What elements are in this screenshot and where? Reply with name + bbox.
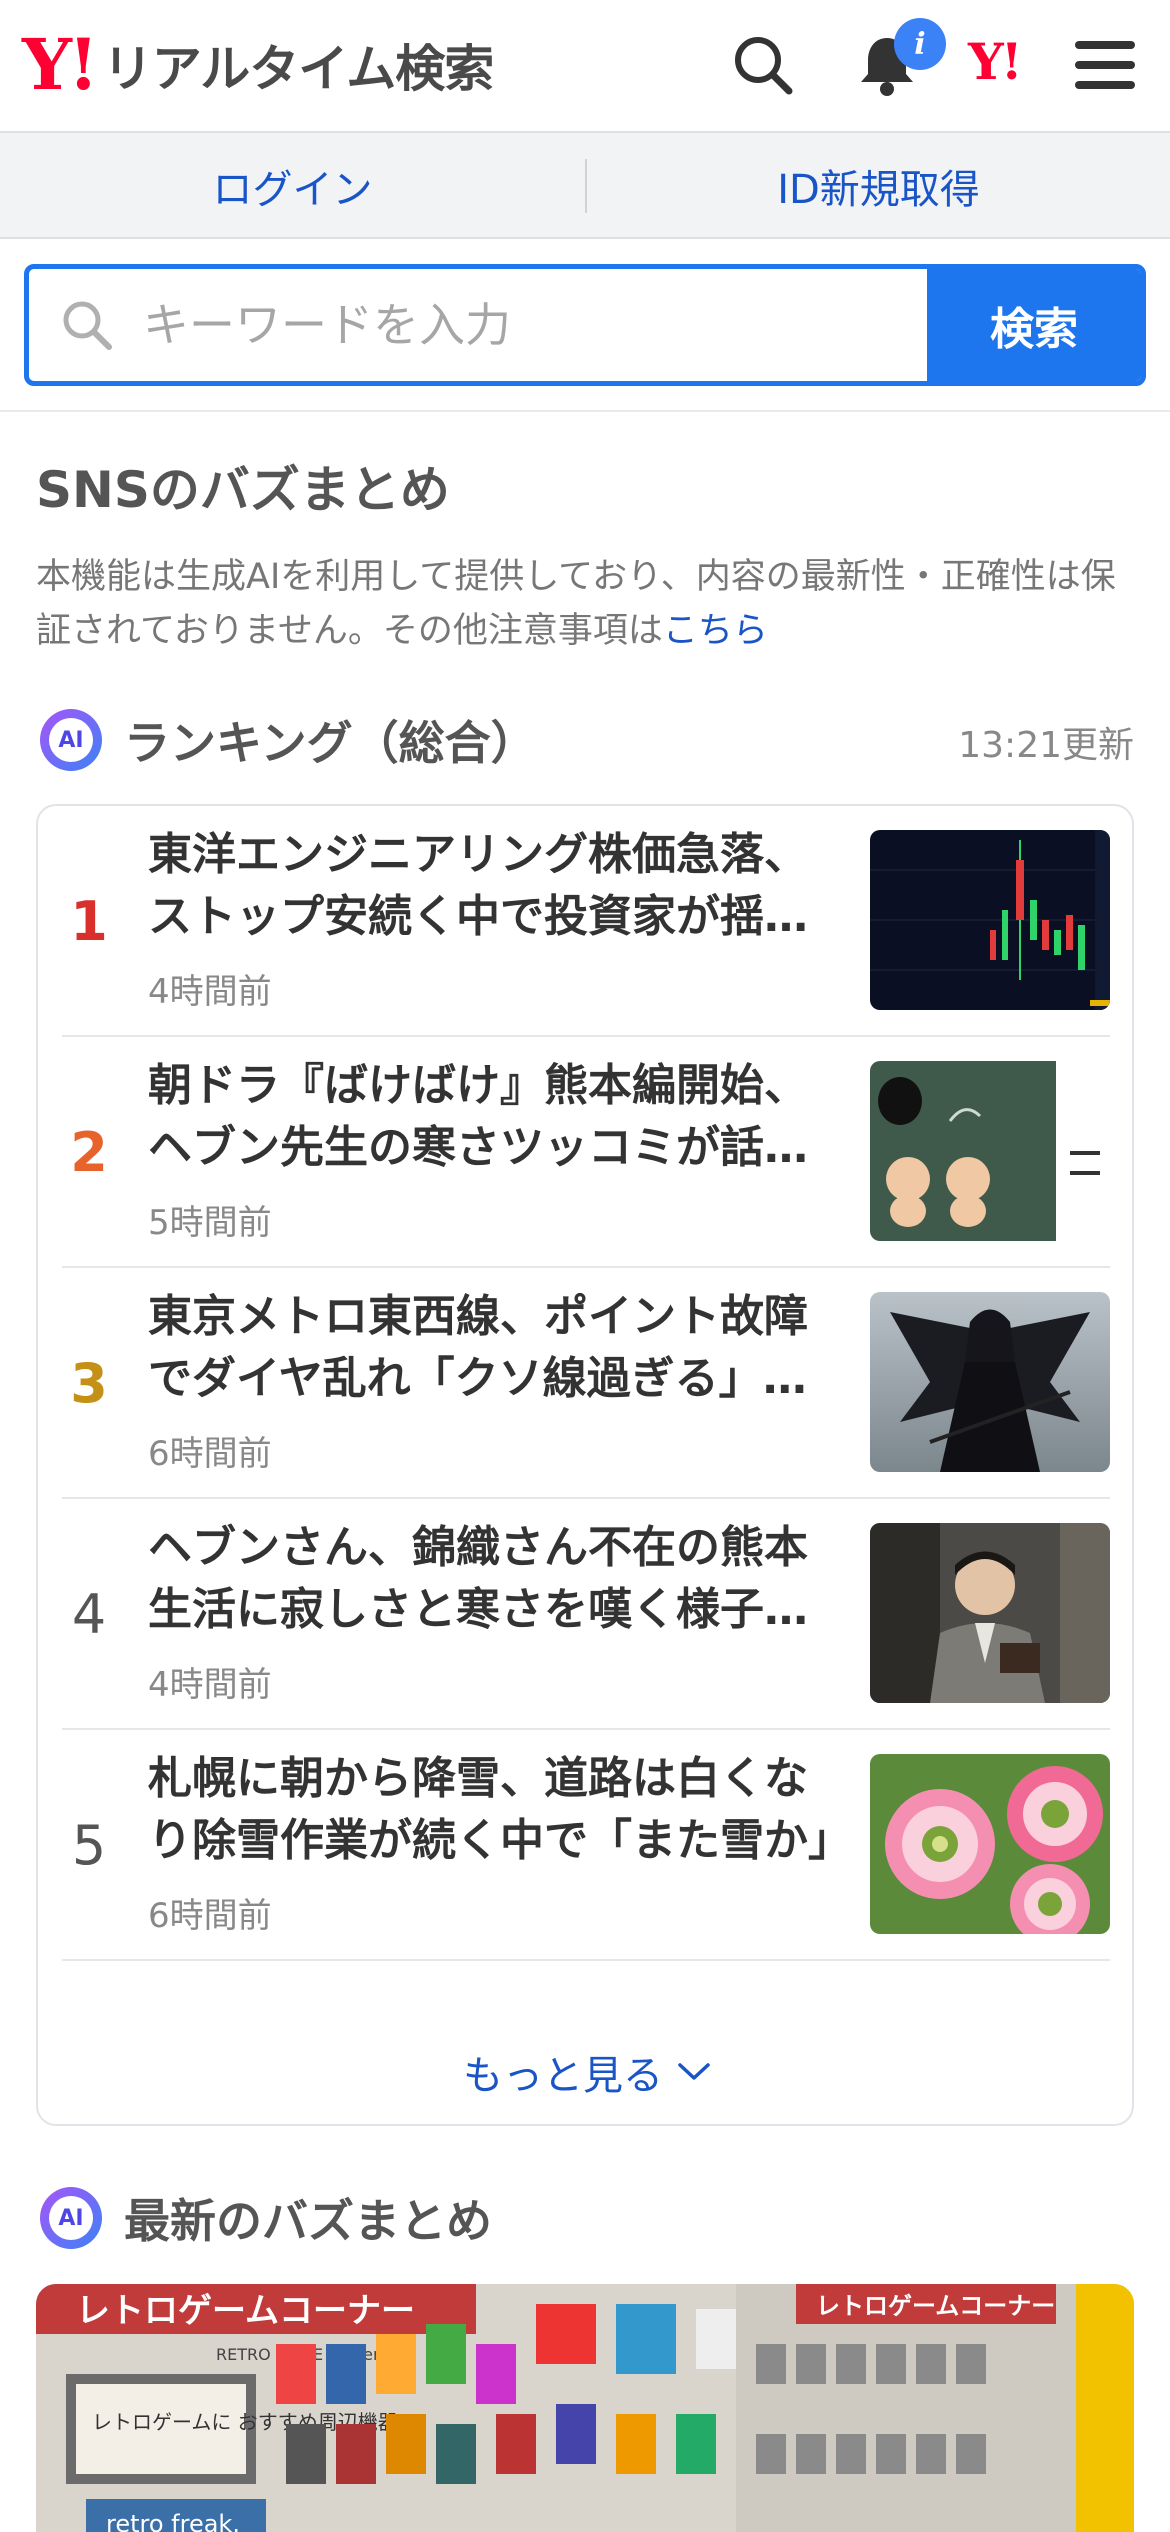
rank-number: 3 bbox=[70, 1352, 108, 1415]
ranking-item[interactable]: 4 ヘブンさん、錦織さん不在の熊本生活に寂しさと寒さを嘆く様子が話題 4時間前 bbox=[62, 1499, 1110, 1730]
ranking-item[interactable]: 1 東洋エンジニアリング株価急落、ストップ安続く中で投資家が揺れる 4時間前 bbox=[62, 806, 1110, 1037]
section-title: SNSのバズまとめ bbox=[36, 461, 450, 519]
stock-chart-thumbnail bbox=[870, 830, 1110, 1010]
ranking-card: 1 東洋エンジニアリング株価急落、ストップ安続く中で投資家が揺れる 4時間前 bbox=[36, 804, 1134, 2126]
ranking-item[interactable]: 5 札幌に朝から降雪、道路は白くなり除雪作業が続く中で「また雪か」 6時間前 bbox=[62, 1730, 1110, 1961]
flowers-thumbnail bbox=[870, 1754, 1110, 1934]
search-box: 検索 bbox=[24, 264, 1146, 386]
register-link[interactable]: ID新規取得 bbox=[587, 133, 1170, 239]
site-logo[interactable]: Y! リアルタイム検索 bbox=[22, 23, 494, 106]
chevron-down-icon bbox=[677, 2061, 711, 2083]
latest-buzz-image[interactable]: レトロゲームコーナー RETRO GAME corner レトロゲームに おすす… bbox=[36, 2284, 1134, 2532]
disclaimer-body: 本機能は生成AIを利用して提供しており、内容の最新性・正確性は保証されておりませ… bbox=[36, 557, 1116, 651]
image-sign-right: レトロゲームコーナー bbox=[816, 2292, 1055, 2320]
more-button[interactable]: もっと見る bbox=[38, 2028, 1136, 2116]
anime-character-thumbnail bbox=[870, 1292, 1110, 1472]
ranking-item-title: 東京メトロ東西線、ポイント故障でダイヤ乱れ「クソ線過ぎる」との声 bbox=[148, 1291, 808, 1404]
rank-number: 5 bbox=[71, 1814, 107, 1877]
ranking-item-time: 6時間前 bbox=[148, 1896, 272, 1936]
man-portrait-thumbnail bbox=[870, 1523, 1110, 1703]
updated-time: 13:21更新 bbox=[958, 725, 1134, 766]
logo-mark: Y! bbox=[22, 23, 99, 106]
ranking-item-title: 朝ドラ『ばけばけ』熊本編開始、ヘブン先生の寒さツッコミが話題に bbox=[148, 1060, 808, 1173]
search-icon[interactable] bbox=[728, 30, 798, 100]
ranking-item-time: 4時間前 bbox=[148, 1665, 272, 1705]
illustration-thumbnail bbox=[870, 1061, 1110, 1241]
ranking-title: ランキング（総合） bbox=[124, 716, 537, 770]
disclaimer-text: 本機能は生成AIを利用して提供しており、内容の最新性・正確性は保証されておりませ… bbox=[36, 550, 1136, 658]
rank-number: 2 bbox=[70, 1121, 108, 1184]
ranking-item-title: 札幌に朝から降雪、道路は白くなり除雪作業が続く中で「また雪か」 bbox=[148, 1753, 848, 1866]
disclaimer-link[interactable]: こちら bbox=[663, 611, 768, 651]
ranking-item-time: 5時間前 bbox=[148, 1203, 272, 1243]
hamburger-menu-icon[interactable] bbox=[1070, 30, 1140, 100]
rank-number: 4 bbox=[71, 1583, 107, 1646]
ai-icon-label: AI bbox=[49, 718, 93, 762]
notification-badge: i bbox=[894, 18, 946, 70]
ai-icon: AI bbox=[40, 2187, 102, 2249]
more-label: もっと見る bbox=[463, 2053, 663, 2099]
image-sign-left: レトロゲームコーナー bbox=[76, 2291, 415, 2331]
logo-text: リアルタイム検索 bbox=[102, 40, 494, 98]
search-field-icon bbox=[59, 297, 115, 353]
ranking-item-time: 4時間前 bbox=[148, 972, 272, 1012]
ai-icon: AI bbox=[40, 709, 102, 771]
ranking-item[interactable]: 2 朝ドラ『ばけばけ』熊本編開始、ヘブン先生の寒さツッコミが話題に 5時間前 bbox=[62, 1037, 1110, 1268]
latest-title: 最新のバズまとめ bbox=[124, 2194, 492, 2248]
image-brand: retro freak. bbox=[106, 2510, 240, 2532]
ai-icon-label: AI bbox=[49, 2196, 93, 2240]
divider bbox=[0, 410, 1170, 412]
login-bar: ログイン ID新規取得 bbox=[0, 133, 1170, 239]
top-header: Y! リアルタイム検索 i Y! bbox=[0, 0, 1170, 133]
latest-header: AI 最新のバズまとめ bbox=[40, 2186, 492, 2250]
ranking-item-title: 東洋エンジニアリング株価急落、ストップ安続く中で投資家が揺れる bbox=[148, 829, 808, 942]
ranking-header: AI ランキング（総合） bbox=[40, 708, 537, 772]
rank-number: 1 bbox=[70, 890, 108, 953]
ranking-item-time: 6時間前 bbox=[148, 1434, 272, 1474]
ranking-item-title: ヘブンさん、錦織さん不在の熊本生活に寂しさと寒さを嘆く様子が話題 bbox=[148, 1522, 808, 1635]
yahoo-account-icon[interactable]: Y! bbox=[968, 32, 1023, 91]
login-link[interactable]: ログイン bbox=[0, 133, 585, 239]
search-button[interactable]: 検索 bbox=[927, 269, 1141, 381]
ranking-item[interactable]: 3 東京メトロ東西線、ポイント故障でダイヤ乱れ「クソ線過ぎる」との声 6時間前 bbox=[62, 1268, 1110, 1499]
search-input[interactable] bbox=[143, 269, 943, 381]
